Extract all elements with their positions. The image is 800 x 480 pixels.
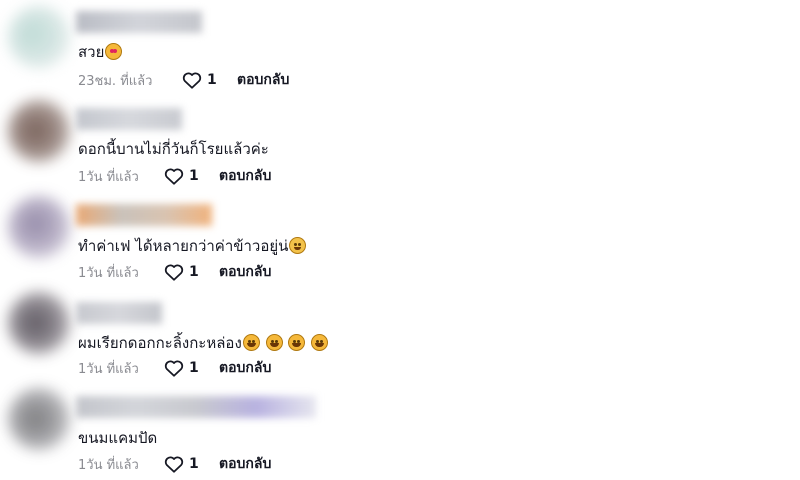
comment-meta: 1วัน ที่แล้ว 1 ตอบกลับ [78, 166, 271, 186]
comment-time: 23ชม. ที่แล้ว [78, 73, 153, 89]
like-count: 1 [189, 168, 199, 184]
heart-outline-icon[interactable] [164, 263, 184, 281]
laughing-tears-emoji-icon [311, 334, 329, 351]
heart-outline-icon[interactable] [164, 167, 184, 185]
comment-meta: 1วัน ที่แล้ว 1 ตอบกลับ [78, 358, 271, 378]
comment-text: ทำค่าเฟ ได้หลายกว่าค่าข้าวอยู่น่ [78, 234, 307, 258]
reply-button[interactable]: ตอบกลับ [219, 165, 271, 187]
heart-outline-icon[interactable] [182, 71, 202, 89]
laughing-tears-emoji-icon [288, 334, 306, 351]
username-blurred[interactable] [76, 204, 212, 226]
comment-time: 1วัน ที่แล้ว [78, 265, 139, 281]
reply-button[interactable]: ตอบกลับ [219, 261, 271, 283]
heart-outline-icon[interactable] [164, 359, 184, 377]
laughing-tears-emoji-icon [242, 334, 260, 351]
comment-text: ขนมแคมปัด [78, 429, 158, 447]
comment-meta: 1วัน ที่แล้ว 1 ตอบกลับ [78, 262, 271, 282]
reply-button[interactable]: ตอบกลับ [237, 69, 289, 91]
grinning-sweat-emoji-icon [289, 237, 307, 254]
reply-button[interactable]: ตอบกลับ [219, 453, 271, 475]
heart-outline-icon[interactable] [164, 455, 184, 473]
like-count: 1 [189, 456, 199, 472]
comment-time: 1วัน ที่แล้ว [78, 361, 139, 377]
smiling-hearts-emoji-icon [105, 43, 123, 60]
like-count: 1 [207, 72, 217, 88]
username-blurred[interactable] [76, 108, 182, 130]
avatar[interactable] [8, 196, 70, 258]
comment-text: ดอกนี้บานไม่กี่วันก็โรยแล้วค่ะ [78, 140, 269, 158]
comment-meta: 23ชม. ที่แล้ว 1 ตอบกลับ [78, 70, 289, 90]
username-blurred[interactable] [76, 302, 162, 324]
like-count: 1 [189, 360, 199, 376]
comment-text: ผมเรียกดอกกะลิ้งกะหล่อง [78, 331, 329, 355]
comment-time: 1วัน ที่แล้ว [78, 169, 139, 185]
avatar[interactable] [8, 100, 70, 162]
comment-meta: 1วัน ที่แล้ว 1 ตอบกลับ [78, 454, 271, 474]
comment-text: สวย [78, 40, 123, 64]
username-blurred[interactable] [76, 11, 202, 33]
reply-button[interactable]: ตอบกลับ [219, 357, 271, 379]
avatar[interactable] [8, 6, 70, 68]
avatar[interactable] [8, 388, 70, 450]
avatar[interactable] [8, 292, 70, 354]
like-count: 1 [189, 264, 199, 280]
comment-time: 1วัน ที่แล้ว [78, 457, 139, 473]
username-blurred[interactable] [76, 396, 316, 418]
laughing-tears-emoji-icon [265, 334, 283, 351]
